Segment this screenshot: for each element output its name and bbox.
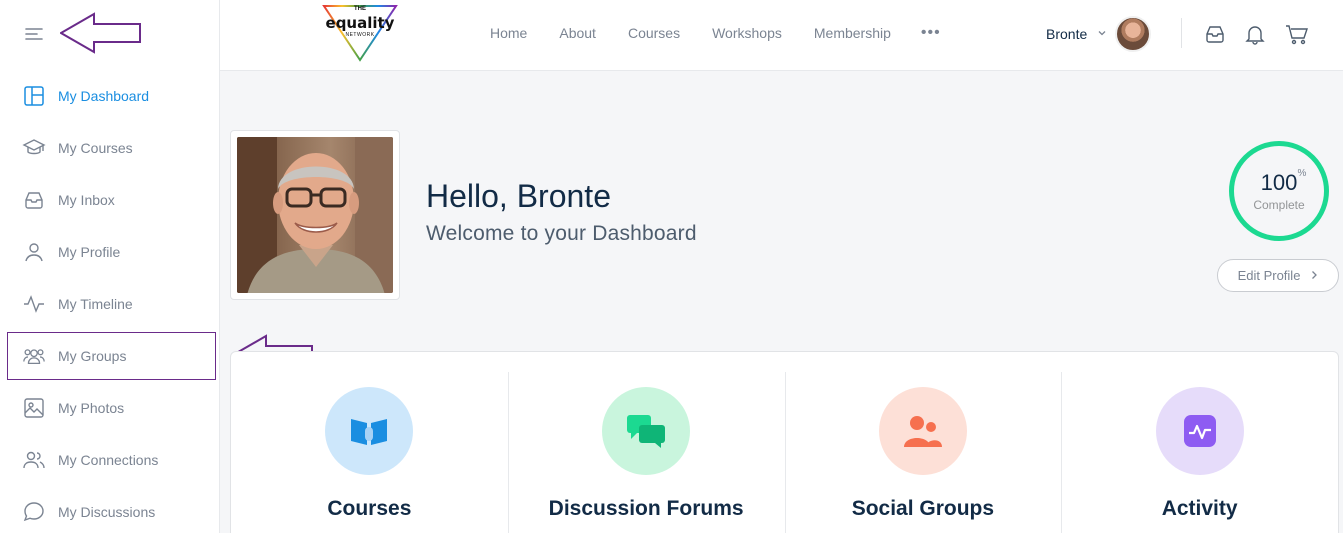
sidebar-item-label: My Dashboard [58, 88, 150, 104]
user-icon [22, 240, 46, 264]
sidebar-item-courses[interactable]: My Courses [0, 122, 220, 174]
greeting-name: Bronte [516, 178, 611, 214]
sidebar-item-label: My Courses [58, 140, 133, 156]
sidebar-item-inbox[interactable]: My Inbox [0, 174, 220, 226]
chat-bubble-icon [22, 500, 46, 524]
activity-pulse-icon [22, 292, 46, 316]
sidebar-item-connections[interactable]: My Connections [0, 434, 220, 486]
completion-value: 100% [1260, 168, 1307, 196]
completion-number: 100 [1260, 170, 1298, 195]
chevron-right-icon [1310, 268, 1318, 283]
sidebar-item-label: My Profile [58, 244, 121, 260]
sidebar-item-label: My Groups [58, 348, 127, 364]
image-icon [22, 396, 46, 420]
inbox-icon [22, 188, 46, 212]
dashboard-icon [22, 84, 46, 108]
chevron-down-icon [1097, 25, 1107, 43]
sidebar-item-dashboard[interactable]: My Dashboard [0, 70, 220, 122]
card-activity[interactable]: Activity [1061, 352, 1338, 533]
header-divider [1181, 18, 1182, 48]
book-icon [325, 387, 414, 475]
card-discussion-forums[interactable]: Discussion Forums [507, 352, 785, 533]
card-title: Activity [1161, 497, 1238, 520]
dashboard-cards: Courses Discussion Forums Social Groups … [230, 351, 1339, 533]
user-name: Bronte [1046, 26, 1088, 42]
sidebar-item-label: My Connections [58, 452, 159, 468]
inbox-icon[interactable] [1203, 22, 1227, 46]
profile-completion-ring: 100% Complete [1229, 141, 1329, 241]
completion-label: Complete [1253, 198, 1305, 212]
sidebar-nav: My Dashboard My Courses My Inbox My Prof… [0, 70, 220, 533]
card-courses[interactable]: Courses [231, 352, 508, 533]
logo-name: equality [325, 14, 395, 32]
logo-network: NETWORK [345, 32, 375, 38]
edit-profile-button[interactable]: Edit Profile [1217, 259, 1339, 292]
annotation-arrow-icon [60, 12, 141, 54]
profile-photo-image [237, 137, 393, 293]
menu-toggle-icon[interactable] [22, 22, 46, 46]
completion-unit: % [1297, 168, 1307, 179]
groups-icon [22, 344, 46, 368]
sidebar-item-photos[interactable]: My Photos [0, 382, 220, 434]
more-menu-icon[interactable]: ••• [921, 24, 941, 42]
graduation-cap-icon [22, 136, 46, 160]
card-social-groups[interactable]: Social Groups [784, 352, 1062, 533]
sidebar-item-label: My Photos [58, 400, 125, 416]
nav-about[interactable]: About [559, 25, 596, 41]
sidebar-item-label: My Discussions [58, 504, 156, 520]
connections-icon [22, 448, 46, 472]
sidebar-item-groups[interactable]: My Groups [7, 332, 216, 380]
sidebar-item-label: My Inbox [58, 192, 115, 208]
nav-home[interactable]: Home [490, 25, 527, 41]
user-menu[interactable]: Bronte [1046, 16, 1152, 52]
profile-photo[interactable] [230, 130, 400, 300]
card-title: Courses [327, 497, 412, 520]
nav-membership[interactable]: Membership [814, 25, 891, 41]
top-header: THE equality NETWORK Home About Courses … [220, 0, 1343, 71]
logo-the: THE [354, 6, 366, 12]
nav-courses[interactable]: Courses [628, 25, 680, 41]
edit-profile-label: Edit Profile [1237, 268, 1301, 283]
social-groups-icon [878, 387, 967, 475]
greeting: Hello, Bronte [426, 178, 611, 215]
main-nav: Home About Courses Workshops Membership … [490, 24, 941, 42]
sidebar: My Dashboard My Courses My Inbox My Prof… [0, 0, 220, 533]
card-title: Social Groups [851, 497, 995, 520]
welcome-subtitle: Welcome to your Dashboard [426, 222, 697, 245]
site-logo[interactable]: THE equality NETWORK [320, 4, 400, 62]
activity-icon [1155, 387, 1244, 475]
sidebar-item-timeline[interactable]: My Timeline [0, 278, 220, 330]
greeting-hello: Hello, [426, 178, 508, 214]
bell-icon[interactable] [1243, 22, 1267, 46]
sidebar-item-discussions[interactable]: My Discussions [0, 486, 220, 533]
nav-workshops[interactable]: Workshops [712, 25, 782, 41]
cart-icon[interactable] [1284, 22, 1308, 46]
sidebar-item-label: My Timeline [58, 296, 133, 312]
forum-icon [602, 387, 691, 475]
sidebar-item-profile[interactable]: My Profile [0, 226, 220, 278]
avatar[interactable] [1115, 16, 1152, 52]
card-title: Discussion Forums [548, 497, 744, 520]
